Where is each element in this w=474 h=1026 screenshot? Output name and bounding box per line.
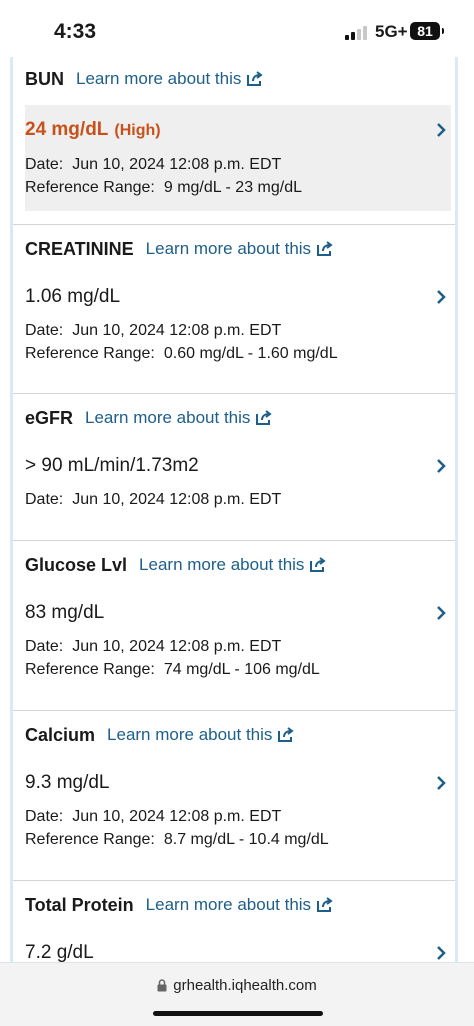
result-header: Calcium Learn more about this — [25, 715, 295, 755]
external-link-icon — [317, 241, 333, 256]
learn-more-link[interactable]: Learn more about this — [107, 725, 295, 745]
result-detail-row[interactable]: 24 mg/dL (High) Date: Jun 10, 2024 12:08 p… — [25, 105, 451, 211]
result-reference-range: Reference Range: 0.60 mg/dL - 1.60 mg/dL — [25, 345, 338, 362]
external-link-icon — [317, 897, 333, 912]
learn-more-link[interactable]: Learn more about this — [139, 555, 327, 575]
result-name: Total Protein — [25, 894, 134, 915]
abnormal-flag: (High) — [114, 122, 161, 139]
cellular-signal-icon — [345, 26, 371, 40]
chevron-right-icon — [437, 290, 446, 304]
result-date: Date: Jun 10, 2024 12:08 p.m. EDT — [25, 491, 282, 508]
battery-icon: 81 — [410, 22, 444, 40]
result-date: Date: Jun 10, 2024 12:08 p.m. EDT — [25, 638, 282, 655]
browser-address-bar[interactable]: grhealth.iqhealth.com — [0, 962, 474, 1026]
lock-icon — [157, 979, 167, 992]
lab-results-list[interactable]: BUN Learn more about this 24 mg/dL (High)… — [10, 57, 458, 965]
result-value: 1.06 mg/dL — [25, 286, 121, 307]
learn-more-link[interactable]: Learn more about this — [76, 69, 264, 89]
learn-more-label: Learn more about this — [139, 555, 305, 574]
chevron-right-icon — [437, 946, 446, 960]
result-egfr[interactable]: eGFR Learn more about this > 90 mL/min/1… — [13, 394, 455, 541]
result-header: eGFR Learn more about this — [25, 398, 273, 438]
result-value: 24 mg/dL (High) — [25, 119, 161, 141]
learn-more-label: Learn more about this — [85, 408, 251, 427]
result-value: 83 mg/dL — [25, 602, 105, 623]
result-reference-range: Reference Range: 74 mg/dL - 106 mg/dL — [25, 661, 320, 678]
result-glucose[interactable]: Glucose Lvl Learn more about this 83 mg/… — [13, 541, 455, 711]
learn-more-label: Learn more about this — [145, 895, 312, 914]
url-field[interactable]: grhealth.iqhealth.com — [0, 977, 474, 994]
result-date: Date: Jun 10, 2024 12:08 p.m. EDT — [25, 322, 282, 339]
chevron-right-icon — [437, 459, 446, 473]
home-indicator[interactable] — [153, 1011, 323, 1016]
result-value: 7.2 g/dL — [25, 942, 94, 963]
chevron-right-icon — [437, 776, 446, 790]
result-calcium[interactable]: Calcium Learn more about this 9.3 mg/dL … — [13, 711, 455, 881]
result-detail-row[interactable]: 1.06 mg/dL Date: Jun 10, 2024 12:08 p.m. … — [25, 275, 451, 385]
result-name: Glucose Lvl — [25, 554, 128, 575]
external-link-icon — [310, 557, 327, 572]
result-bun[interactable]: BUN Learn more about this 24 mg/dL (High)… — [13, 57, 455, 225]
result-value: 9.3 mg/dL — [25, 772, 110, 793]
result-date: Date: Jun 10, 2024 12:08 p.m. EDT — [25, 156, 282, 173]
clock: 4:33 — [54, 20, 97, 43]
result-header: BUN Learn more about this — [25, 59, 264, 99]
result-value: > 90 mL/min/1.73m2 — [25, 455, 199, 476]
result-detail-row[interactable]: 7.2 g/dL — [25, 931, 451, 965]
url-text: grhealth.iqhealth.com — [173, 977, 317, 994]
result-creatinine[interactable]: CREATININE Learn more about this 1.06 mg… — [13, 225, 455, 394]
result-name: CREATININE — [25, 238, 134, 259]
external-link-icon — [247, 71, 264, 86]
external-link-icon — [256, 410, 273, 425]
learn-more-link[interactable]: Learn more about this — [85, 408, 273, 428]
result-detail-row[interactable]: 83 mg/dL Date: Jun 10, 2024 12:08 p.m. ED… — [25, 591, 451, 701]
result-date: Date: Jun 10, 2024 12:08 p.m. EDT — [25, 808, 282, 825]
learn-more-label: Learn more about this — [145, 239, 312, 258]
result-detail-row[interactable]: > 90 mL/min/1.73m2 Date: Jun 10, 2024 12:… — [25, 444, 451, 534]
chevron-right-icon — [437, 123, 446, 137]
external-link-icon — [278, 727, 295, 742]
result-reference-range: Reference Range: 9 mg/dL - 23 mg/dL — [25, 179, 303, 196]
status-bar: 4:33 5G+ 81 — [0, 0, 474, 60]
result-header: Total Protein Learn more about this — [25, 885, 334, 925]
result-header: CREATININE Learn more about this — [25, 229, 334, 269]
result-total-protein[interactable]: Total Protein Learn more about this 7.2 … — [13, 881, 455, 965]
value-text: 24 mg/dL — [25, 119, 109, 140]
learn-more-label: Learn more about this — [107, 725, 273, 744]
result-name: eGFR — [25, 407, 74, 428]
result-reference-range: Reference Range: 8.7 mg/dL - 10.4 mg/dL — [25, 831, 329, 848]
result-name: Calcium — [25, 724, 96, 745]
learn-more-label: Learn more about this — [76, 69, 242, 88]
result-detail-row[interactable]: 9.3 mg/dL Date: Jun 10, 2024 12:08 p.m. E… — [25, 761, 451, 871]
chevron-right-icon — [437, 606, 446, 620]
result-name: BUN — [25, 68, 64, 89]
learn-more-link[interactable]: Learn more about this — [146, 239, 334, 259]
network-type: 5G+ — [375, 22, 408, 41]
result-header: Glucose Lvl Learn more about this — [25, 545, 327, 585]
learn-more-link[interactable]: Learn more about this — [146, 895, 334, 915]
